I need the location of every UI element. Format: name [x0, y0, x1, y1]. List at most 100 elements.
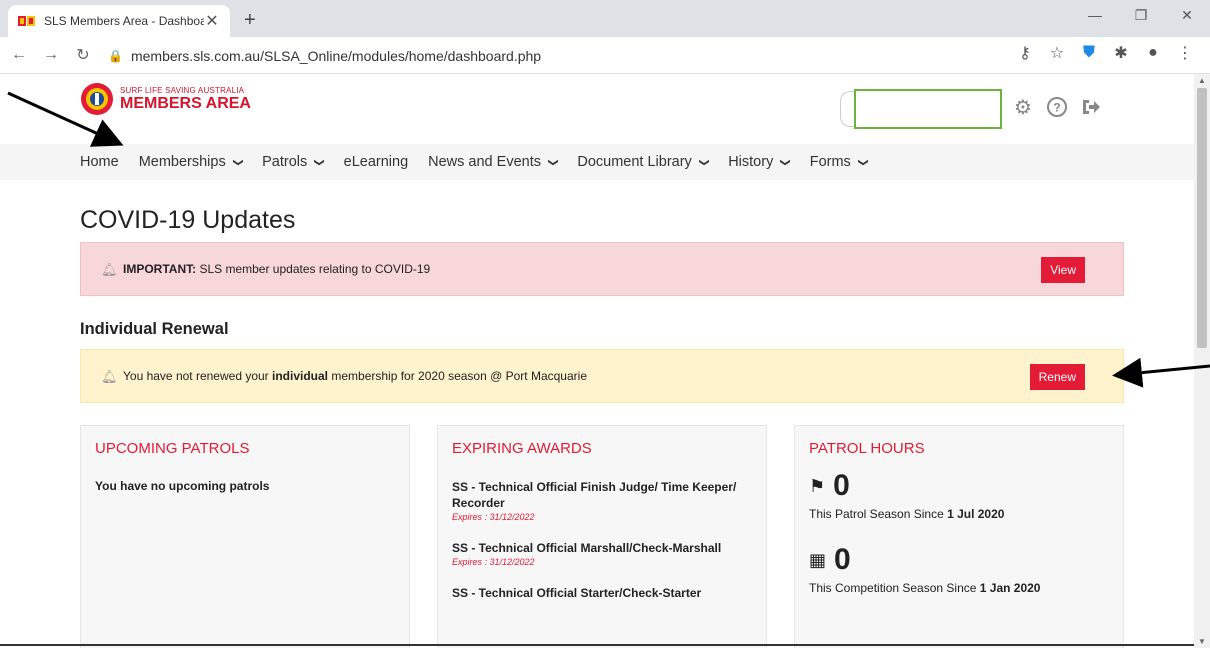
minimize-icon[interactable]: —: [1072, 0, 1118, 30]
star-icon[interactable]: ☆: [1048, 43, 1066, 63]
nav-item-history[interactable]: History ❯: [728, 154, 792, 170]
competition-hours-number: 0: [834, 543, 851, 576]
bell-icon: 🔔︎: [101, 369, 118, 384]
logout-icon[interactable]: [1080, 96, 1102, 118]
renewal-alert-text: You have not renewed your individual mem…: [123, 369, 587, 383]
renewal-text-post: membership for 2020 season @ Port Macqua…: [328, 369, 587, 383]
scroll-down-icon[interactable]: ▼: [1198, 637, 1206, 646]
renew-button[interactable]: Renew: [1029, 364, 1085, 390]
card-title: PATROL HOURS: [809, 440, 925, 457]
sls-favicon-icon: [18, 14, 36, 28]
menu-kebab-icon[interactable]: ⋮: [1176, 43, 1194, 63]
scroll-up-icon[interactable]: ▲: [1198, 76, 1206, 85]
browser-tab-bar: SLS Members Area - Dashboard ✕ + — ❐ ✕: [0, 0, 1210, 37]
scroll-thumb[interactable]: [1197, 88, 1207, 348]
help-icon[interactable]: ?: [1046, 96, 1068, 118]
award-name: SS - Technical Official Finish Judge/ Ti…: [452, 480, 737, 510]
bell-icon: 🔔︎: [101, 262, 118, 277]
renewal-text-strong: individual: [272, 369, 329, 383]
calendar-icon: ▦: [809, 549, 827, 570]
search-left-edge: [840, 91, 854, 127]
upcoming-patrols-card: UPCOMING PATROLS You have no upcoming pa…: [80, 425, 410, 648]
page-scrollbar[interactable]: ▲ ▼: [1194, 74, 1210, 648]
chevron-down-icon: ❯: [698, 157, 710, 167]
new-tab-button[interactable]: +: [244, 9, 256, 32]
view-button[interactable]: View: [1041, 257, 1085, 283]
nav-item-news-and-events[interactable]: News and Events ❯: [428, 154, 559, 170]
main-nav: Home Memberships ❯ Patrols ❯ eLearning News an…: [0, 144, 1194, 180]
logo-subtitle: SURF LIFE SAVING AUSTRALIA: [120, 86, 245, 95]
browser-tab[interactable]: SLS Members Area - Dashboard ✕: [8, 5, 230, 37]
nav-item-memberships[interactable]: Memberships ❯: [138, 154, 244, 170]
competition-season-date: 1 Jan 2020: [979, 581, 1041, 595]
awards-list: SS - Technical Official Finish Judge/ Ti…: [452, 479, 752, 601]
address-bar[interactable]: 🔒 members.sls.com.au/SLSA_Online/modules…: [108, 41, 1058, 70]
profile-icon[interactable]: ●: [1144, 44, 1162, 62]
nav-item-elearning[interactable]: eLearning: [344, 154, 409, 170]
award-item: SS - Technical Official Starter/Check-St…: [452, 585, 752, 601]
svg-text:?: ?: [1053, 101, 1060, 115]
nav-item-patrols[interactable]: Patrols ❯: [262, 154, 325, 170]
puzzle-extensions-icon[interactable]: ✱: [1112, 43, 1130, 63]
flag-icon: ⚑: [809, 475, 826, 496]
chevron-down-icon: ❯: [547, 157, 559, 167]
patrol-season-date: 1 Jul 2020: [947, 507, 1005, 521]
page-title: COVID-19 Updates: [80, 206, 296, 234]
award-expiry: Expires : 31/12/2022: [452, 557, 535, 567]
award-name: SS - Technical Official Marshall/Check-M…: [452, 541, 722, 555]
competition-season-text: This Competition Season Since: [809, 581, 980, 595]
nav-item-forms[interactable]: Forms ❯: [809, 154, 869, 170]
nav-item-label: Memberships: [138, 154, 226, 170]
browser-toolbar: ← → ↻ 🔒 members.sls.com.au/SLSA_Online/m…: [0, 37, 1210, 74]
award-expiry: Expires : 31/12/2022: [452, 512, 535, 522]
back-icon[interactable]: ←: [6, 46, 32, 64]
award-name: SS - Technical Official Starter/Check-St…: [452, 586, 702, 600]
renewal-text-pre: You have not renewed your: [123, 369, 272, 383]
nav-item-label: News and Events: [428, 154, 541, 170]
patrol-hours-number: 0: [833, 469, 850, 502]
chevron-down-icon: ❯: [232, 157, 244, 167]
restore-icon[interactable]: ❐: [1118, 0, 1164, 30]
nav-item-document-library[interactable]: Document Library ❯: [577, 154, 710, 170]
url-text: members.sls.com.au/SLSA_Online/modules/h…: [130, 47, 542, 64]
logo-title: MEMBERS AREA: [120, 95, 251, 112]
site-logo[interactable]: SURF LIFE SAVING AUSTRALIA MEMBERS AREA: [80, 82, 251, 116]
nav-item-label: History: [728, 154, 774, 170]
window-close-icon[interactable]: ✕: [1164, 0, 1210, 30]
award-item: SS - Technical Official Marshall/Check-M…: [452, 540, 752, 567]
chevron-down-icon: ❯: [857, 157, 869, 167]
award-item: SS - Technical Official Finish Judge/ Ti…: [452, 479, 752, 522]
tab-title: SLS Members Area - Dashboard: [44, 14, 204, 28]
key-icon[interactable]: ⚷: [1016, 43, 1034, 63]
covid-alert-body: SLS member updates relating to COVID-19: [196, 262, 431, 276]
expiring-awards-card: EXPIRING AWARDS SS - Technical Official …: [437, 425, 767, 648]
patrol-season-label: This Patrol Season Since 1 Jul 2020: [809, 507, 1109, 521]
card-title: EXPIRING AWARDS: [452, 440, 592, 457]
page-content: SURF LIFE SAVING AUSTRALIA MEMBERS AREA …: [0, 74, 1194, 648]
bottom-divider: [0, 644, 1194, 646]
shield-extension-icon[interactable]: ⛊: [1080, 44, 1098, 62]
competition-season-label: This Competition Season Since 1 Jan 2020: [809, 581, 1109, 595]
nav-item-label: Patrols: [262, 154, 308, 170]
renewal-heading: Individual Renewal: [80, 320, 229, 338]
sls-logo-badge-icon: [81, 83, 113, 115]
chevron-down-icon: ❯: [780, 157, 792, 167]
nav-item-home[interactable]: Home: [80, 154, 119, 170]
search-input[interactable]: [854, 89, 1002, 129]
competition-hours-value: ▦ 0: [809, 543, 1109, 577]
tab-close-icon[interactable]: ✕: [204, 11, 220, 31]
covid-alert-text: IMPORTANT: SLS member updates relating t…: [123, 262, 430, 276]
forward-icon[interactable]: →: [38, 46, 64, 64]
card-title: UPCOMING PATROLS: [95, 440, 250, 457]
gear-icon[interactable]: ⚙: [1012, 96, 1034, 119]
nav-item-label: Forms: [809, 154, 851, 170]
nav-item-label: Home: [80, 154, 119, 170]
nav-item-label: Document Library: [577, 154, 692, 170]
site-header: SURF LIFE SAVING AUSTRALIA MEMBERS AREA …: [0, 74, 1194, 144]
patrol-season-text: This Patrol Season Since: [809, 507, 948, 521]
nav-item-label: eLearning: [343, 154, 409, 170]
chevron-down-icon: ❯: [313, 157, 325, 167]
patrol-hours-card: PATROL HOURS ⚑ 0 This Patrol Season Sinc…: [794, 425, 1124, 648]
no-patrols-text: You have no upcoming patrols: [95, 479, 270, 493]
reload-icon[interactable]: ↻: [70, 45, 96, 65]
